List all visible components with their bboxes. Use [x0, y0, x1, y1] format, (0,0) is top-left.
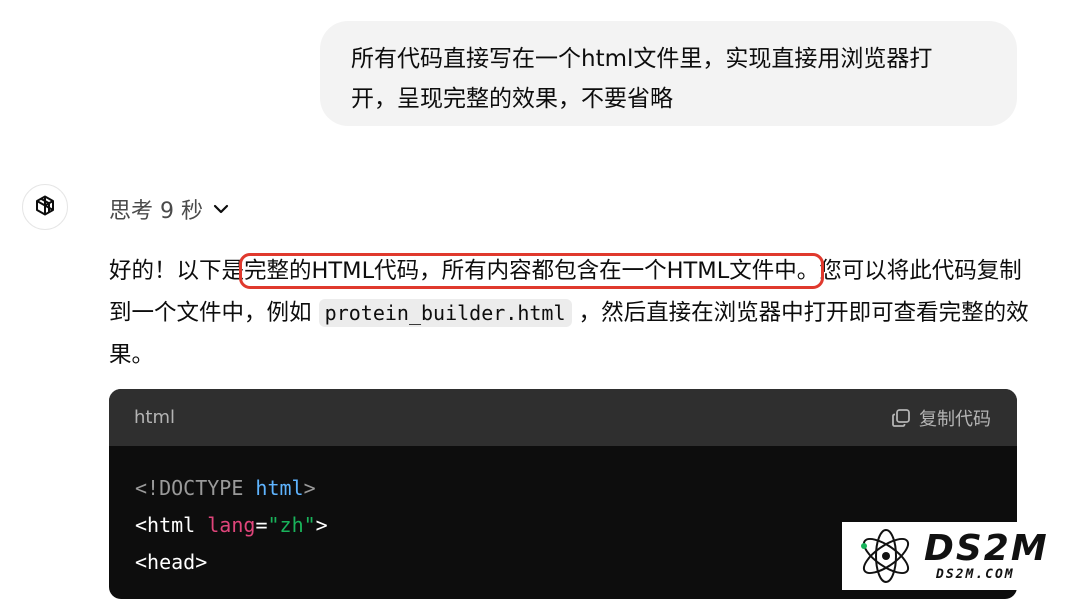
openai-logo-icon: [36, 195, 54, 216]
code-token: >: [315, 513, 328, 537]
chevron-down-icon: [213, 204, 229, 214]
code-token: >: [303, 476, 316, 500]
assistant-answer: 好的！以下是完整的HTML代码，所有内容都包含在一个HTML文件中。您可以将此代…: [109, 250, 1029, 376]
copy-icon: [892, 408, 910, 427]
code-header: html 复制代码: [109, 389, 1017, 446]
atom-logo-icon: [861, 529, 910, 583]
code-token: >: [195, 550, 208, 574]
thinking-label: 思考 9 秒: [109, 199, 203, 224]
code-token: <!DOCTYPE: [135, 476, 256, 500]
watermark-subtext: DS2M.COM: [936, 566, 1015, 582]
user-message-line-2: 开，呈现完整的效果，不要省略: [351, 86, 673, 112]
code-token: =: [255, 513, 268, 537]
filename-code: protein_builder.html: [318, 299, 572, 327]
user-message-bubble: 所有代码直接写在一个html文件里，实现直接用浏览器打 开，呈现完整的效果，不要…: [320, 21, 1017, 126]
copy-code-label: 复制代码: [919, 408, 991, 430]
answer-highlight: 完整的HTML代码，所有内容都包含在一个HTML文件中。: [239, 253, 825, 289]
code-token: <: [135, 513, 148, 537]
thinking-toggle[interactable]: 思考 9 秒: [109, 192, 229, 226]
code-token: "zh": [267, 513, 316, 537]
code-token: head: [147, 550, 196, 574]
code-token: html: [255, 476, 304, 500]
copy-code-button[interactable]: 复制代码: [891, 405, 991, 431]
user-message-line-1: 所有代码直接写在一个html文件里，实现直接用浏览器打: [351, 46, 933, 72]
watermark-text: DS2M: [924, 527, 1049, 569]
code-token: html: [147, 513, 196, 537]
code-line: <!DOCTYPE html>: [135, 470, 991, 507]
assistant-avatar: [22, 184, 68, 230]
code-language: html: [134, 407, 176, 428]
code-token: lang: [207, 513, 256, 537]
watermark: DS2M DS2M.COM: [842, 522, 1080, 590]
code-token: <: [135, 550, 148, 574]
answer-intro: 好的！以下是: [109, 258, 245, 284]
